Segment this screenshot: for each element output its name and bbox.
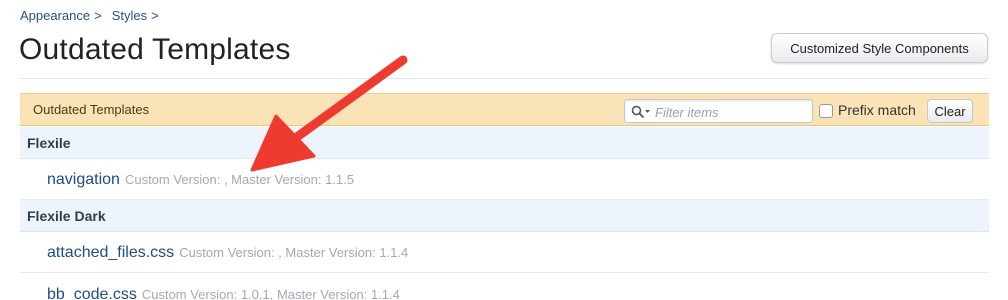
annotation-arrow-icon <box>250 55 408 172</box>
page: Appearance > Styles > Outdated Templates… <box>0 0 1008 300</box>
